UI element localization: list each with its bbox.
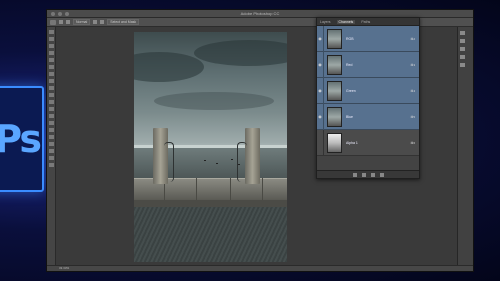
channel-thumbnail <box>327 80 342 101</box>
right-dock <box>457 27 473 265</box>
eye-icon[interactable]: ◉ <box>317 51 324 78</box>
blur-tool-icon[interactable] <box>48 114 54 118</box>
gradient-tool-icon[interactable] <box>48 107 54 111</box>
tools-panel <box>47 27 56 271</box>
eye-icon[interactable] <box>317 129 324 156</box>
channel-row[interactable]: ◉ Green ⌘4 <box>317 77 419 104</box>
width-field[interactable] <box>93 20 98 24</box>
channel-row[interactable]: ◉ Blue ⌘5 <box>317 103 419 130</box>
channel-thumbnail <box>327 28 342 49</box>
status-bar: 33.33% <box>47 265 473 271</box>
type-tool-icon[interactable] <box>48 135 54 139</box>
eraser-tool-icon[interactable] <box>48 100 54 104</box>
bird <box>204 160 206 161</box>
right-rail <box>237 142 247 182</box>
channel-name: Alpha 1 <box>346 140 358 145</box>
cloud <box>134 52 204 82</box>
height-field[interactable] <box>100 20 105 24</box>
marquee-tool-icon[interactable] <box>48 37 54 41</box>
bird <box>216 163 218 164</box>
channel-row[interactable]: ◉ RGB ⌘2 <box>317 25 419 52</box>
select-and-mask-button[interactable]: Select and Mask <box>107 19 140 25</box>
logo-text: Ps <box>0 117 42 161</box>
move-tool-icon[interactable] <box>48 30 54 34</box>
panel-footer <box>317 170 419 178</box>
trash-icon[interactable] <box>379 172 384 177</box>
left-rail <box>164 142 174 182</box>
history-brush-icon[interactable] <box>48 93 54 97</box>
photoshop-window: Adobe Photoshop CC Normal Select and Mas… <box>46 9 474 272</box>
video-frame: Ps Adobe Photoshop CC Normal Select and … <box>0 0 500 281</box>
history-icon[interactable] <box>460 31 465 35</box>
load-selection-icon[interactable] <box>352 172 357 177</box>
mode-select[interactable]: Normal <box>73 19 91 25</box>
tab-channels[interactable]: Channels <box>336 19 356 24</box>
cloud <box>154 92 274 110</box>
dodge-tool-icon[interactable] <box>48 121 54 125</box>
channel-name: Blue <box>346 114 354 119</box>
brush-tool-icon[interactable] <box>48 79 54 83</box>
channels-panel: Layers Channels Paths ◉ RGB ⌘2 ◉ Red ⌘3 … <box>316 17 420 179</box>
eye-icon[interactable]: ◉ <box>317 25 324 52</box>
current-tool-icon[interactable] <box>50 19 56 25</box>
pier-edge <box>134 200 287 207</box>
sand <box>134 207 287 262</box>
stamp-tool-icon[interactable] <box>48 86 54 90</box>
pier-photo <box>134 32 287 262</box>
channel-shortcut: ⌘4 <box>410 89 415 93</box>
tab-paths[interactable]: Paths <box>361 20 370 24</box>
zoom-tool-icon[interactable] <box>48 163 54 167</box>
channel-shortcut: ⌘6 <box>410 141 415 145</box>
eyedropper-tool-icon[interactable] <box>48 65 54 69</box>
shape-tool-icon[interactable] <box>48 149 54 153</box>
channel-thumbnail <box>327 54 342 75</box>
plank-line <box>262 178 263 200</box>
adjustments-icon[interactable] <box>460 47 465 51</box>
add-selection-icon[interactable] <box>66 20 70 24</box>
pen-tool-icon[interactable] <box>48 128 54 132</box>
tab-layers[interactable]: Layers <box>320 20 331 24</box>
channel-thumbnail <box>327 132 342 153</box>
photoshop-logo: Ps <box>0 86 44 192</box>
channel-name: Red <box>346 62 353 67</box>
quick-select-tool-icon[interactable] <box>48 51 54 55</box>
panel-tabs: Layers Channels Paths <box>317 18 419 26</box>
cloud <box>194 40 287 66</box>
eye-icon[interactable]: ◉ <box>317 77 324 104</box>
swatches-icon[interactable] <box>460 55 465 59</box>
bird <box>231 159 233 160</box>
channel-name: Green <box>346 88 356 93</box>
crop-tool-icon[interactable] <box>48 58 54 62</box>
plank-line <box>230 178 231 200</box>
save-selection-icon[interactable] <box>361 172 366 177</box>
channel-thumbnail <box>327 106 342 127</box>
new-selection-icon[interactable] <box>59 20 63 24</box>
new-channel-icon[interactable] <box>370 172 375 177</box>
healing-tool-icon[interactable] <box>48 72 54 76</box>
channel-shortcut: ⌘5 <box>410 115 415 119</box>
channel-shortcut: ⌘3 <box>410 63 415 67</box>
plank-line <box>196 178 197 200</box>
lasso-tool-icon[interactable] <box>48 44 54 48</box>
zoom-level[interactable]: 33.33% <box>59 266 69 270</box>
path-select-icon[interactable] <box>48 142 54 146</box>
color-icon[interactable] <box>460 63 465 67</box>
hand-tool-icon[interactable] <box>48 156 54 160</box>
channel-shortcut: ⌘2 <box>410 37 415 41</box>
channel-row[interactable]: Alpha 1 ⌘6 <box>317 129 419 156</box>
channel-name: RGB <box>346 36 354 41</box>
properties-icon[interactable] <box>460 39 465 43</box>
eye-icon[interactable]: ◉ <box>317 103 324 130</box>
right-post <box>245 128 260 184</box>
channel-row[interactable]: ◉ Red ⌘3 <box>317 51 419 78</box>
